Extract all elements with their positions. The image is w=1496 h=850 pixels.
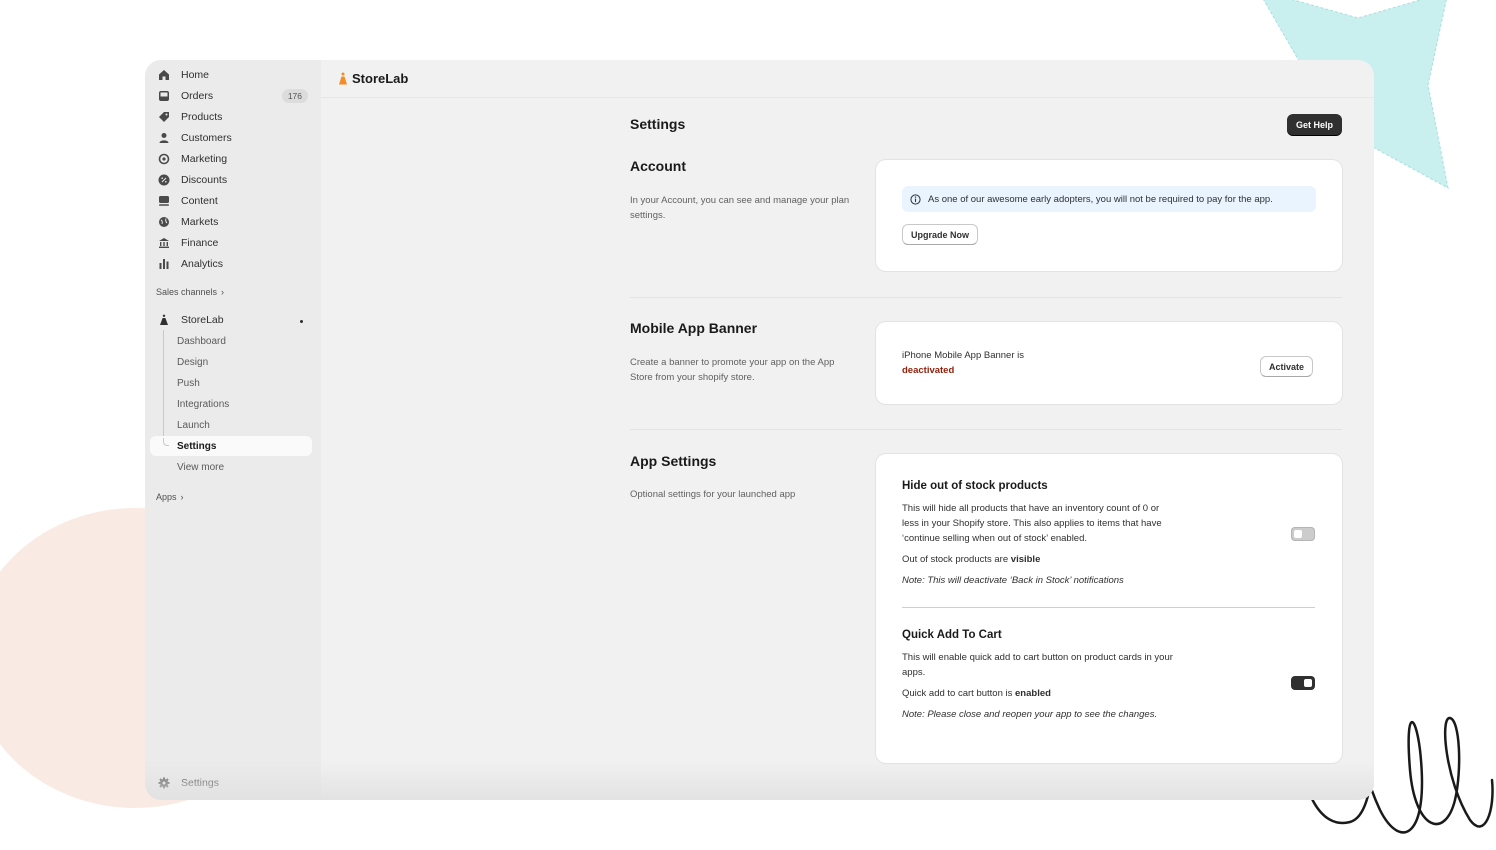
- sales-channels-link[interactable]: Sales channels ›: [156, 287, 224, 297]
- sidebar-subitem-dashboard[interactable]: Dashboard: [177, 331, 226, 351]
- sidebar-item-label: Products: [181, 111, 223, 123]
- account-card: As one of our awesome early adopters, yo…: [876, 160, 1342, 271]
- sidebar-item-label: Finance: [181, 237, 219, 249]
- banner-text: As one of our awesome early adopters, yo…: [928, 193, 1273, 205]
- app-settings-card: Hide out of stock products This will hid…: [876, 454, 1342, 763]
- globe-icon: [158, 216, 170, 228]
- sidebar-item-label: Content: [181, 195, 218, 207]
- sidebar-item-label: Discounts: [181, 174, 228, 186]
- sidebar-subitem-design[interactable]: Design: [177, 352, 208, 372]
- sidebar-item-label: Settings: [181, 777, 219, 789]
- sidebar-item-marketing[interactable]: Marketing: [150, 149, 312, 169]
- bar-chart-icon: [158, 258, 170, 270]
- sidebar-subitem-view-more[interactable]: View more: [177, 457, 224, 477]
- banner-section-description: Create a banner to promote your app on t…: [630, 357, 835, 383]
- app-settings-section-description: Optional settings for your launched app: [630, 489, 796, 500]
- page-title: Settings: [630, 116, 686, 132]
- sidebar-item-label: StoreLab: [181, 314, 224, 326]
- quick-add-description: This will enable quick add to cart butto…: [902, 652, 1173, 678]
- sidebar-item-label: Home: [181, 69, 210, 81]
- sidebar-item-markets[interactable]: Markets: [150, 212, 312, 232]
- banner-status-value: deactivated: [902, 365, 955, 376]
- sidebar-item-discounts[interactable]: Discounts: [150, 170, 312, 190]
- sidebar-item-content[interactable]: Content: [150, 191, 312, 211]
- unread-dot: [300, 320, 303, 323]
- sidebar-subitem-push[interactable]: Push: [177, 373, 200, 393]
- admin-window: Home Orders 176 Products Customers Marke…: [145, 60, 1374, 800]
- hide-stock-status: Out of stock products are visible: [902, 552, 1040, 567]
- sidebar-item-analytics[interactable]: Analytics: [150, 254, 312, 274]
- home-icon: [158, 69, 170, 81]
- target-icon: [158, 153, 170, 165]
- quick-add-status-value: enabled: [1015, 688, 1051, 699]
- hide-stock-description: This will hide all products that have an…: [902, 503, 1162, 544]
- chevron-right-icon: ›: [180, 492, 184, 502]
- hide-stock-status-value: visible: [1010, 554, 1041, 565]
- banner-section-title: Mobile App Banner: [630, 320, 758, 336]
- early-adopter-banner: As one of our awesome early adopters, yo…: [902, 186, 1316, 212]
- apps-label: Apps: [156, 492, 177, 502]
- quick-add-status-prefix: Quick add to cart button is: [902, 688, 1013, 699]
- sidebar-item-customers[interactable]: Customers: [150, 128, 312, 148]
- person-icon: [158, 132, 170, 144]
- sidebar-item-label: Markets: [181, 216, 219, 228]
- window-bottom-fade: [145, 760, 1374, 800]
- account-section-title: Account: [630, 158, 686, 174]
- toggle-knob: [1294, 530, 1302, 538]
- sidebar-item-orders[interactable]: Orders 176: [150, 86, 312, 106]
- discount-icon: [158, 174, 170, 186]
- sidebar-item-home[interactable]: Home: [150, 65, 312, 85]
- toggle-knob: [1304, 679, 1312, 687]
- sales-channels-label: Sales channels: [156, 287, 218, 297]
- upgrade-now-button[interactable]: Upgrade Now: [902, 224, 979, 245]
- storelab-logo-icon: [339, 72, 347, 85]
- quick-add-title: Quick Add To Cart: [902, 629, 1002, 641]
- storelab-icon: [158, 314, 170, 326]
- sidebar-item-label: Orders: [181, 90, 214, 102]
- active-item-highlight: [150, 436, 312, 456]
- sidebar-subitem-settings[interactable]: Settings: [177, 436, 216, 456]
- app-settings-section-title: App Settings: [630, 453, 717, 469]
- sidebar-item-storelab[interactable]: StoreLab: [150, 310, 312, 330]
- quick-add-note: Note: Please close and reopen your app t…: [902, 709, 1158, 720]
- quick-add-toggle[interactable]: [1291, 676, 1315, 690]
- orders-count-badge: 176: [281, 89, 308, 103]
- account-section-description: In your Account, you can see and manage …: [630, 195, 850, 221]
- tree-line: [163, 330, 164, 448]
- sidebar-item-label: Marketing: [181, 153, 228, 165]
- app-title: StoreLab: [352, 71, 409, 86]
- sidebar-item-products[interactable]: Products: [150, 107, 312, 127]
- quick-add-status: Quick add to cart button is enabled: [902, 686, 1051, 701]
- hide-stock-status-prefix: Out of stock products are: [902, 554, 1009, 565]
- activate-button[interactable]: Activate: [1260, 356, 1314, 377]
- setting-divider: [902, 607, 1315, 608]
- get-help-button[interactable]: Get Help: [1287, 114, 1343, 135]
- sidebar-subitem-integrations[interactable]: Integrations: [177, 394, 229, 414]
- hide-stock-note: Note: This will deactivate ‘Back in Stoc…: [902, 575, 1124, 586]
- sidebar-item-finance[interactable]: Finance: [150, 233, 312, 253]
- bank-icon: [158, 237, 170, 249]
- apps-link[interactable]: Apps ›: [156, 492, 184, 502]
- chevron-right-icon: ›: [221, 287, 225, 297]
- hide-stock-toggle[interactable]: [1291, 527, 1315, 541]
- sidebar-subitem-launch[interactable]: Launch: [177, 415, 210, 435]
- tag-icon: [158, 111, 170, 123]
- tree-elbow: [163, 438, 169, 446]
- app-header: StoreLab: [321, 60, 1374, 98]
- mobile-banner-card: iPhone Mobile App Banner is deactivated …: [876, 322, 1342, 404]
- sidebar-item-label: Customers: [181, 132, 232, 144]
- orders-icon: [158, 90, 170, 102]
- info-icon: [910, 193, 921, 205]
- sidebar-item-label: Analytics: [181, 258, 224, 270]
- section-divider: [630, 429, 1342, 430]
- banner-status-text: iPhone Mobile App Banner is deactivated: [902, 348, 1024, 378]
- gear-icon: [158, 777, 170, 789]
- sidebar-item-settings[interactable]: Settings: [150, 773, 312, 793]
- section-divider: [630, 297, 1342, 298]
- sidebar: Home Orders 176 Products Customers Marke…: [145, 60, 321, 800]
- hide-stock-title: Hide out of stock products: [902, 480, 1048, 492]
- banner-status-prefix: iPhone Mobile App Banner is: [902, 350, 1024, 361]
- content-icon: [158, 195, 170, 207]
